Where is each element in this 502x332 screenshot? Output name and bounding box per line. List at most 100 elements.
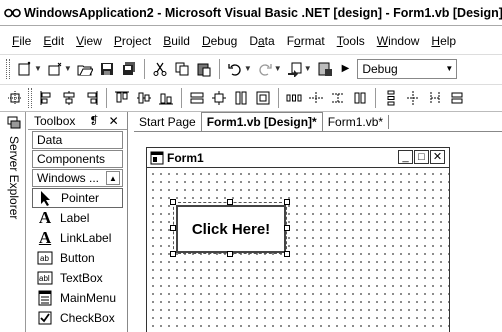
resize-handle-ne[interactable]: [284, 199, 290, 205]
menu-item-help[interactable]: Help: [425, 34, 462, 48]
resize-handle-w[interactable]: [170, 225, 176, 231]
size-to-grid-icon[interactable]: [209, 88, 229, 108]
horizontal-spacing-equal-icon[interactable]: [284, 88, 304, 108]
toolbox-item-mainmenu[interactable]: MainMenu: [32, 288, 123, 308]
linklabel-icon: A: [38, 228, 52, 247]
vertical-spacing-equal-icon[interactable]: [381, 88, 401, 108]
toolbar-separator: [143, 58, 145, 79]
align-tops-icon[interactable]: [112, 88, 132, 108]
decrease-vertical-spacing-icon[interactable]: [425, 88, 445, 108]
label-icon: A: [38, 208, 52, 227]
tab-separator: [388, 115, 390, 129]
increase-vertical-spacing-icon[interactable]: [403, 88, 423, 108]
pin-icon[interactable]: ❡: [89, 114, 98, 127]
scroll-up-icon[interactable]: ▲: [106, 171, 120, 185]
resize-handle-se[interactable]: [284, 251, 290, 257]
button-selection-frame: Click Here!: [170, 199, 290, 257]
start-icon[interactable]: [315, 59, 335, 79]
toolbar-separator: [181, 88, 182, 108]
close-icon[interactable]: ✕: [430, 150, 445, 164]
server-explorer-tab[interactable]: Server Explorer: [4, 112, 26, 332]
menu-item-edit[interactable]: Edit: [37, 34, 70, 48]
chevron-down-icon[interactable]: ▼: [442, 64, 456, 73]
toolbox-item-label[interactable]: A Label: [32, 208, 123, 228]
redo-icon[interactable]: [255, 59, 275, 79]
remove-vertical-spacing-icon[interactable]: [447, 88, 467, 108]
add-item-icon[interactable]: [45, 59, 65, 79]
tab-start-page[interactable]: Start Page: [134, 113, 201, 131]
layout-toolbar: [0, 84, 502, 112]
resize-handle-e[interactable]: [284, 225, 290, 231]
align-bottoms-icon[interactable]: [156, 88, 176, 108]
copy-icon[interactable]: [172, 59, 192, 79]
toolbox-item-linklabel[interactable]: A LinkLabel: [32, 228, 123, 248]
toolbox-item-label: MainMenu: [60, 291, 117, 305]
make-same-size-icon[interactable]: [253, 88, 273, 108]
make-same-width-icon[interactable]: [187, 88, 207, 108]
menu-item-file[interactable]: File: [6, 34, 37, 48]
toolbox-item-textbox[interactable]: abl TextBox: [32, 268, 123, 288]
menu-item-debug[interactable]: Debug: [196, 34, 243, 48]
chevron-down-icon[interactable]: ▼: [34, 64, 42, 73]
toolbox-tab-data[interactable]: Data: [32, 131, 123, 149]
close-icon[interactable]: ✕: [109, 114, 119, 128]
make-same-height-icon[interactable]: [231, 88, 251, 108]
toolbar-grip[interactable]: [28, 88, 32, 108]
align-to-grid-icon[interactable]: [5, 88, 25, 108]
solution-configuration-select[interactable]: Debug ▼: [357, 58, 458, 79]
form-control-box: _ □ ✕: [398, 150, 445, 164]
form-designer: Form1 _ □ ✕ Click Here!: [134, 133, 502, 332]
form1-window[interactable]: Form1 _ □ ✕ Click Here!: [146, 147, 450, 332]
toolbox-item-label: Label: [60, 211, 90, 225]
navigate-backward-icon[interactable]: [285, 59, 305, 79]
tab-form1-design[interactable]: Form1.vb [Design]*: [200, 112, 323, 131]
new-project-icon[interactable]: [15, 59, 35, 79]
toolbox-item-label: TextBox: [60, 271, 103, 285]
minimize-icon[interactable]: _: [398, 150, 413, 164]
undo-icon[interactable]: [225, 59, 245, 79]
toolbox-item-pointer[interactable]: Pointer: [32, 188, 123, 208]
increase-horizontal-spacing-icon[interactable]: [306, 88, 326, 108]
open-folder-icon[interactable]: [75, 59, 95, 79]
decrease-horizontal-spacing-icon[interactable]: [328, 88, 348, 108]
menu-item-project[interactable]: Project: [108, 34, 157, 48]
maximize-icon[interactable]: □: [414, 150, 429, 164]
align-rights-icon[interactable]: [81, 88, 101, 108]
menu-item-view[interactable]: View: [70, 34, 108, 48]
toolbox-item-button[interactable]: ab Button: [32, 248, 123, 268]
tab-form1-code[interactable]: Form1.vb*: [323, 113, 388, 131]
align-lefts-icon[interactable]: [37, 88, 57, 108]
align-middles-icon[interactable]: [134, 88, 154, 108]
chevron-down-icon[interactable]: ▼: [274, 64, 282, 73]
chevron-down-icon[interactable]: ▼: [304, 64, 312, 73]
resize-handle-n[interactable]: [227, 199, 233, 205]
title-bar: WindowsApplication2 - Microsoft Visual B…: [0, 0, 502, 26]
click-here-button[interactable]: Click Here!: [176, 205, 286, 253]
toolbox-tab-components[interactable]: Components: [32, 150, 123, 168]
remove-horizontal-spacing-icon[interactable]: [350, 88, 370, 108]
mainmenu-icon: [36, 290, 54, 306]
chevron-down-icon[interactable]: ▼: [64, 64, 72, 73]
menu-item-tools[interactable]: Tools: [331, 34, 371, 48]
menu-item-data[interactable]: Data: [243, 34, 280, 48]
chevron-down-icon[interactable]: ▼: [244, 64, 252, 73]
resize-handle-nw[interactable]: [170, 199, 176, 205]
form1-titlebar[interactable]: Form1 _ □ ✕: [147, 148, 449, 168]
menu-item-build[interactable]: Build: [157, 34, 196, 48]
toolbox-item-checkbox[interactable]: CheckBox: [32, 308, 123, 328]
toolbar-grip[interactable]: [6, 58, 10, 79]
align-centers-icon[interactable]: [59, 88, 79, 108]
resize-handle-s[interactable]: [227, 251, 233, 257]
resize-handle-sw[interactable]: [170, 251, 176, 257]
paste-icon[interactable]: [194, 59, 214, 79]
toolbox-tab-windows-forms[interactable]: Windows ... ▲: [32, 169, 123, 187]
toolbar-separator: [375, 88, 376, 108]
vs-app-icon: [4, 7, 22, 19]
cut-icon[interactable]: [150, 59, 170, 79]
menu-item-window[interactable]: Window: [371, 34, 426, 48]
save-icon[interactable]: [97, 59, 117, 79]
toolbox-tab-label: Data: [37, 133, 63, 147]
menu-item-format[interactable]: Format: [281, 34, 331, 48]
save-all-icon[interactable]: [119, 59, 139, 79]
play-icon[interactable]: ▶: [342, 63, 350, 74]
